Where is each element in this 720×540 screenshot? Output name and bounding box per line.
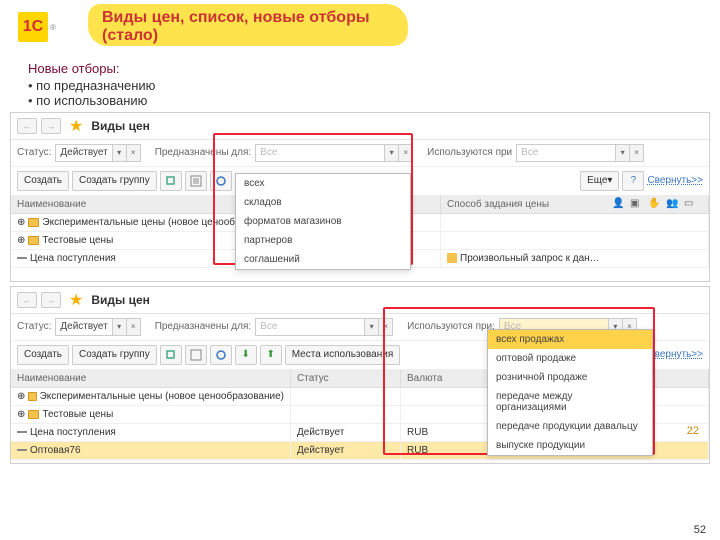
clear-icon[interactable]: ×: [399, 144, 413, 162]
collapse-link[interactable]: Свернуть>>: [647, 175, 703, 186]
filter-purpose-label: Предназначены для:: [155, 147, 251, 158]
slide-title: Виды цен, список, новые отборы(стало): [94, 6, 378, 49]
dash-icon: [17, 431, 27, 433]
chevron-down-icon[interactable]: ▾: [385, 144, 399, 162]
flag-icon: [447, 253, 457, 263]
dropdown-item[interactable]: передаче между организациями: [488, 387, 652, 417]
status-combo[interactable]: Действует: [55, 144, 112, 162]
status-label: Статус:: [17, 321, 51, 332]
clear-icon[interactable]: ×: [630, 144, 644, 162]
dropdown-item[interactable]: всех продажах: [488, 330, 652, 349]
dropdown-item[interactable]: соглашений: [236, 250, 410, 269]
usage-dropdown: всех продажах оптовой продаже розничной …: [487, 329, 653, 456]
chevron-down-icon[interactable]: ▾: [616, 144, 630, 162]
chevron-down-icon[interactable]: ▾: [365, 318, 379, 336]
col-method[interactable]: Способ задания цены 👤 ▣ ✋ 👥 ▭: [441, 196, 709, 213]
nav-back-button[interactable]: ←: [17, 292, 37, 308]
user-icon: 👤: [612, 198, 624, 210]
folder-icon: [28, 392, 36, 401]
down-icon[interactable]: ⬇: [235, 345, 257, 365]
hand-icon: ✋: [648, 198, 660, 210]
collapse-link[interactable]: Свернуть>>: [647, 349, 703, 360]
copy-icon[interactable]: [160, 345, 182, 365]
dash-icon: [17, 257, 27, 259]
cube-icon: ▣: [630, 198, 642, 210]
nav-back-button[interactable]: ←: [17, 118, 37, 134]
status-combo[interactable]: Действует: [55, 318, 112, 336]
doc-icon: ▭: [684, 198, 696, 210]
purpose-dropdown: всех складов форматов магазинов партнеро…: [235, 173, 411, 270]
status-label: Статус:: [17, 147, 51, 158]
person-icon: 👥: [666, 198, 678, 210]
clear-icon[interactable]: ×: [127, 144, 141, 162]
intro-item: по предназначению: [28, 78, 692, 93]
chevron-down-icon[interactable]: ▾: [113, 318, 127, 336]
dropdown-item[interactable]: розничной продаже: [488, 368, 652, 387]
filter-purpose-combo[interactable]: Все: [255, 318, 365, 336]
dropdown-item[interactable]: партнеров: [236, 231, 410, 250]
create-button[interactable]: Создать: [17, 171, 69, 191]
filter-purpose-combo[interactable]: Все: [255, 144, 385, 162]
filter-purpose-label: Предназначены для:: [155, 321, 251, 332]
intro-item: по использованию: [28, 93, 692, 108]
dropdown-item[interactable]: складов: [236, 193, 410, 212]
dropdown-item[interactable]: всех: [236, 174, 410, 193]
folder-icon: [28, 218, 39, 227]
dropdown-item[interactable]: форматов магазинов: [236, 212, 410, 231]
list-icon[interactable]: [185, 171, 207, 191]
panel-price-types-2: ← → ★ Виды цен Статус: Действует ▾ × Пре…: [10, 286, 710, 464]
folder-icon: [28, 410, 39, 419]
copy-icon[interactable]: [160, 171, 182, 191]
expand-icon[interactable]: ⊕: [17, 235, 25, 246]
header-icons: 👤 ▣ ✋ 👥 ▭: [605, 195, 702, 213]
usage-places-button[interactable]: Места использования: [285, 345, 401, 365]
intro-heading: Новые отборы:: [28, 61, 692, 76]
dropdown-item[interactable]: оптовой продаже: [488, 349, 652, 368]
logo-1c: 1C®: [18, 7, 78, 47]
dropdown-item[interactable]: выпуске продукции: [488, 436, 652, 455]
create-button[interactable]: Создать: [17, 345, 69, 365]
page-number: 52: [694, 524, 706, 536]
col-name[interactable]: Наименование: [11, 370, 291, 387]
create-group-button[interactable]: Создать группу: [72, 345, 157, 365]
filter-usage-combo[interactable]: Все: [516, 144, 616, 162]
expand-icon[interactable]: ⊕: [17, 409, 25, 420]
panel-title: Виды цен: [91, 119, 150, 133]
clear-icon[interactable]: ×: [379, 318, 393, 336]
filter-usage-label: Используются при: [427, 147, 512, 158]
dash-icon: [17, 449, 27, 451]
nav-fwd-button[interactable]: →: [41, 292, 61, 308]
folder-icon: [28, 236, 39, 245]
nav-fwd-button[interactable]: →: [41, 118, 61, 134]
expand-icon[interactable]: ⊕: [17, 217, 25, 228]
expand-icon[interactable]: ⊕: [17, 391, 25, 402]
action-icon[interactable]: [210, 171, 232, 191]
panel-price-types-1: ← → ★ Виды цен Статус: Действует ▾ × Пре…: [10, 112, 710, 282]
filter-usage-label: Используются при:: [407, 321, 495, 332]
panel-title: Виды цен: [91, 293, 150, 307]
help-icon[interactable]: ?: [622, 171, 644, 191]
create-group-button[interactable]: Создать группу: [72, 171, 157, 191]
chevron-down-icon[interactable]: ▾: [113, 144, 127, 162]
more-button[interactable]: Еще ▾: [580, 171, 619, 191]
up-icon[interactable]: ⬆: [260, 345, 282, 365]
list-icon[interactable]: [185, 345, 207, 365]
star-icon[interactable]: ★: [69, 116, 83, 136]
clear-icon[interactable]: ×: [127, 318, 141, 336]
row-extra-number: 22: [687, 425, 699, 437]
star-icon[interactable]: ★: [69, 290, 83, 310]
action-icon[interactable]: [210, 345, 232, 365]
col-status[interactable]: Статус: [291, 370, 401, 387]
dropdown-item[interactable]: передаче продукции давальцу: [488, 417, 652, 436]
